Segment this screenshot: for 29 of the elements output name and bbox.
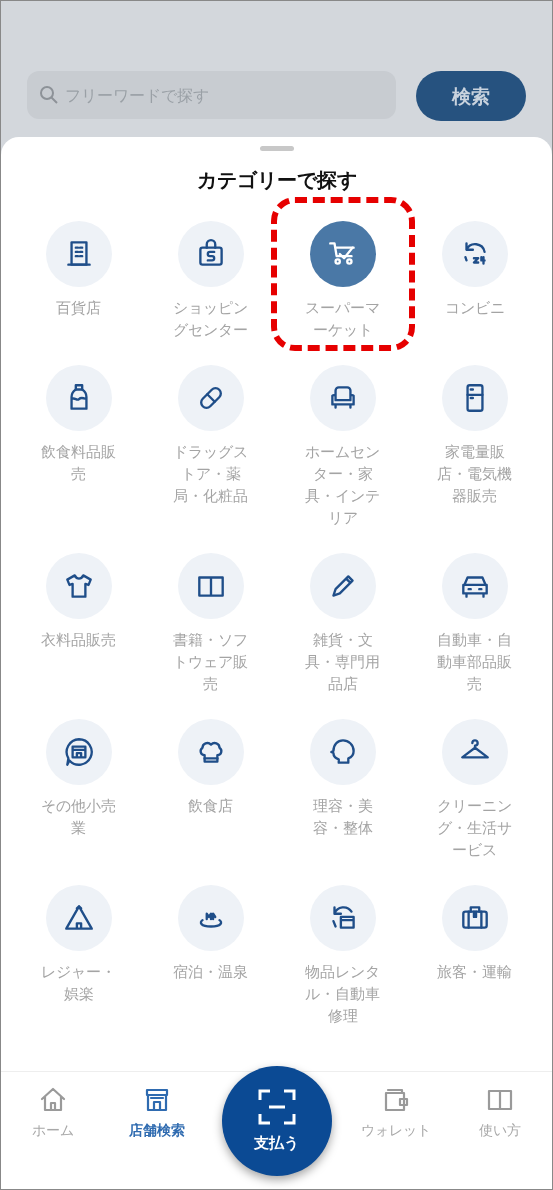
search-button[interactable]: 検索	[416, 71, 526, 121]
category-label[interactable]: 衣料品販売	[39, 629, 118, 651]
category-label[interactable]: スーパーマーケット	[303, 297, 382, 341]
category-label[interactable]: 自動車・自動車部品販売	[435, 629, 514, 695]
category-label[interactable]: ドラッグストア・薬局・化粧品	[171, 441, 250, 507]
category-label[interactable]: 飲食店	[171, 795, 250, 817]
nav-tab[interactable]: 店舗検索	[104, 1084, 209, 1148]
category-label[interactable]: コンビニ	[435, 297, 514, 319]
category-label[interactable]: 理容・美容・整体	[303, 795, 382, 839]
sheet-handle[interactable]	[259, 146, 294, 151]
category-label[interactable]: レジャー・娯楽	[39, 961, 118, 1005]
category-label[interactable]: 家電量販店・電気機器販売	[435, 441, 514, 507]
category-label[interactable]: 物品レンタル・自動車修理	[303, 961, 382, 1027]
category-label[interactable]: 書籍・ソフトウェア販売	[171, 629, 250, 695]
category-label[interactable]: クリーニング・生活サービス	[435, 795, 514, 861]
sheet-title: カテゴリーで探す	[196, 167, 357, 194]
category-label[interactable]: 百貨店	[39, 297, 118, 319]
category-label[interactable]: ホームセンター・家具・インテリア	[303, 441, 382, 529]
category-label[interactable]: 旅客・運輸	[435, 961, 514, 983]
category-label[interactable]: 雑貨・文具・専門用品店	[303, 629, 382, 695]
category-label[interactable]: その他小売業	[39, 795, 118, 839]
scan-icon	[256, 1087, 297, 1126]
nav-tab[interactable]: ホーム	[1, 1084, 105, 1148]
nav-tab[interactable]: 使い方	[448, 1084, 552, 1148]
category-label[interactable]: 飲食料品販売	[39, 441, 118, 485]
nav-tab[interactable]: ウォレット	[344, 1084, 449, 1148]
category-label[interactable]: ショッピングセンター	[171, 297, 250, 341]
category-label[interactable]: 宿泊・温泉	[171, 961, 250, 983]
pay-button[interactable]: 支払う	[221, 1066, 332, 1176]
